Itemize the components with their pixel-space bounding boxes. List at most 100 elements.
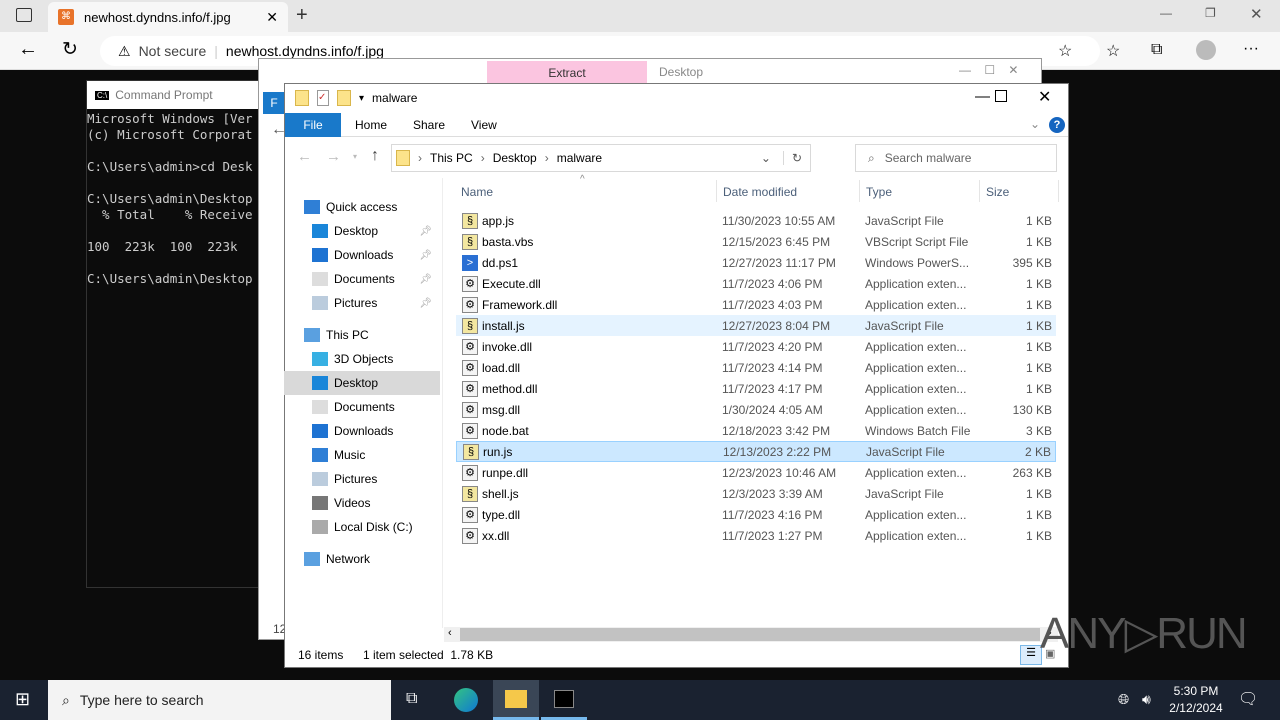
nav-item[interactable]: Local Disk (C:) [284,515,440,539]
file-row[interactable]: ⚙ method.dll 11/7/2023 4:17 PM Application … [456,378,1056,399]
file-row[interactable]: § app.js 11/30/2023 10:55 AM JavaScript Fil… [456,210,1056,231]
tab-actions-icon[interactable] [16,8,32,22]
clock[interactable]: 5:30 PM 2/12/2024 [1166,683,1226,717]
maximize-icon[interactable] [995,90,1007,102]
customize-dropdown-icon[interactable]: ▾ [359,93,364,104]
scroll-left-icon[interactable]: ‹ [448,627,452,639]
task-view-icon[interactable]: ⧉ [406,690,417,708]
add-favorite-icon[interactable]: ☆ [1058,41,1072,61]
column-date[interactable]: Date modified [716,180,803,202]
nav-icon [304,552,320,566]
nav-item[interactable]: This PC [284,323,440,347]
search-input[interactable]: ⌕ Search malware [855,144,1057,172]
dll-icon: ⚙ [462,464,478,481]
column-name[interactable]: Name [461,185,493,199]
pin-icon[interactable]: 📌︎ [419,250,432,261]
favorites-icon[interactable]: ☆ [1106,41,1120,61]
file-row[interactable]: § basta.vbs 12/15/2023 6:45 PM VBScript Scr… [456,231,1056,252]
pin-icon[interactable]: 📌︎ [419,226,432,237]
back-icon[interactable]: ← [297,148,312,165]
file-row[interactable]: ⚙ Framework.dll 11/7/2023 4:03 PM Applicati… [456,294,1056,315]
file-row[interactable]: ⚙ type.dll 11/7/2023 4:16 PM Application ex… [456,504,1056,525]
file-row[interactable]: ⚙ runpe.dll 12/23/2023 10:46 AM Application… [456,462,1056,483]
tab-view[interactable]: View [457,113,511,137]
back-window-controls[interactable]: — ☐ ✕ [959,63,1018,77]
close-tab-icon[interactable]: ✕ [266,9,278,26]
nav-item[interactable]: Desktop [284,371,440,395]
column-size[interactable]: Size [979,180,1059,202]
minimize-icon[interactable]: — [1160,6,1172,20]
nav-item[interactable]: Desktop 📌︎ [284,219,440,243]
nav-item[interactable]: Pictures 📌︎ [284,291,440,315]
file-row[interactable]: ⚙ invoke.dll 11/7/2023 4:20 PM Application … [456,336,1056,357]
file-row[interactable]: ⚙ Execute.dll 11/7/2023 4:06 PM Application… [456,273,1056,294]
column-type[interactable]: Type [859,180,898,202]
tab-home[interactable]: Home [341,113,401,137]
up-icon[interactable]: ↑ [371,147,379,165]
nav-item[interactable]: 3D Objects [284,347,440,371]
browser-tab[interactable]: ⌘ newhost.dyndns.info/f.jpg ✕ [48,2,288,32]
nav-item[interactable]: Pictures [284,467,440,491]
new-folder-icon[interactable] [337,90,351,106]
file-row[interactable]: ⚙ node.bat 12/18/2023 3:42 PM Windows Batch… [456,420,1056,441]
minimize-icon[interactable]: — [975,88,990,105]
network-icon[interactable]: 🌐︎ [1118,691,1129,708]
file-type: JavaScript File [865,213,944,228]
profile-avatar[interactable] [1196,40,1216,60]
taskbar-search[interactable]: ⌕ Type here to search [48,680,391,720]
nav-item[interactable]: Downloads 📌︎ [284,243,440,267]
refresh-icon[interactable]: ↻ [62,38,78,61]
details-view-icon[interactable]: ☰ [1020,645,1042,665]
pin-icon[interactable]: 📌︎ [419,298,432,309]
edge-icon[interactable] [454,688,478,712]
refresh-icon[interactable]: ↻ [782,151,810,165]
recent-dropdown-icon[interactable]: ▾ [353,152,357,161]
close-icon[interactable]: ✕ [1038,87,1051,107]
command-prompt-window[interactable]: C:\ Command Prompt Microsoft Windows [Ver… [86,80,286,588]
scrollbar-thumb[interactable] [460,628,1040,641]
pin-icon[interactable]: 📌︎ [419,274,432,285]
restore-icon[interactable]: ❐ [1205,6,1216,20]
nav-item[interactable]: Documents [284,395,440,419]
breadcrumb-this-pc[interactable]: This PC [430,151,473,165]
breadcrumb-desktop[interactable]: Desktop [493,151,537,165]
file-row[interactable]: ⚙ xx.dll 11/7/2023 1:27 PM Application exte… [456,525,1056,546]
more-icon[interactable]: ··· [1243,40,1259,58]
tab-share[interactable]: Share [399,113,459,137]
file-row[interactable]: § run.js 12/13/2023 2:22 PM JavaScript File… [456,441,1056,462]
collections-icon[interactable]: ⧉ [1151,41,1162,59]
file-row[interactable]: § install.js 12/27/2023 8:04 PM JavaScript … [456,315,1056,336]
file-type: Application exten... [865,465,967,480]
properties-icon[interactable]: ✓ [317,90,329,106]
forward-icon[interactable]: → [326,148,341,165]
nav-item[interactable]: Downloads [284,419,440,443]
cmd-taskbar-button[interactable] [541,680,587,720]
file-row[interactable]: ⚙ load.dll 11/7/2023 4:14 PM Application ex… [456,357,1056,378]
nav-item[interactable]: Network [284,547,440,571]
new-tab-icon[interactable]: + [296,4,308,27]
close-icon[interactable]: ✕ [1250,5,1263,23]
horizontal-scrollbar[interactable]: ‹ › [444,627,1058,642]
back-icon[interactable]: ← [18,38,38,61]
start-icon[interactable]: ⊞ [15,689,30,710]
nav-item[interactable]: Videos [284,491,440,515]
nav-item[interactable]: Music [284,443,440,467]
expand-ribbon-icon[interactable]: ⌄ [1030,117,1040,131]
notifications-icon[interactable]: 🗨︎ [1238,689,1258,709]
help-icon[interactable]: ? [1049,117,1065,133]
nav-item[interactable]: Documents 📌︎ [284,267,440,291]
address-dropdown-icon[interactable]: ⌄ [761,151,771,165]
tab-file[interactable]: File [285,113,341,137]
volume-icon[interactable]: 🔊︎ [1142,691,1151,708]
file-name: dd.ps1 [482,255,519,270]
file-row[interactable]: > dd.ps1 12/27/2023 11:17 PM Windows PowerS… [456,252,1056,273]
breadcrumb-malware[interactable]: malware [557,151,602,165]
file-row[interactable]: ⚙ msg.dll 1/30/2024 4:05 AM Application ext… [456,399,1056,420]
nav-item[interactable]: Quick access [284,195,440,219]
explorer-taskbar-button[interactable] [493,680,539,720]
file-type: Windows PowerS... [865,255,970,270]
file-row[interactable]: § shell.js 12/3/2023 3:39 AM JavaScript Fil… [456,483,1056,504]
back-file-tab[interactable]: F [263,92,285,114]
address-breadcrumb[interactable]: › This PC › Desktop › malware ⌄ ↻ [391,144,811,172]
extract-context-tab[interactable]: Extract [487,61,647,85]
